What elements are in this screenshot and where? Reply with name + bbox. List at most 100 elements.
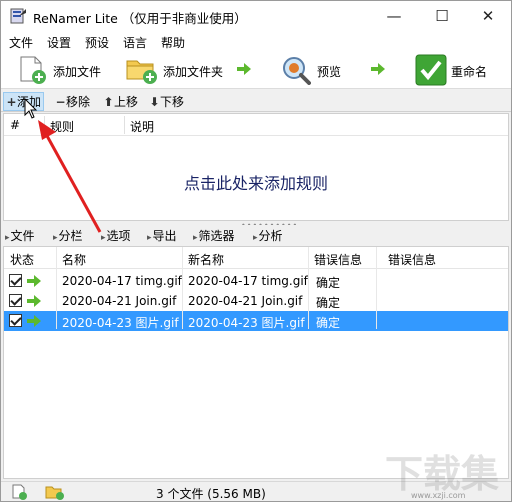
check-icon	[415, 54, 447, 86]
move-down-label: 下移	[160, 95, 185, 109]
app-window: ReNamer Lite （仅用于非商业使用） — ☐ ✕ 文件 设置 预设 语…	[0, 0, 512, 502]
options-menu-button[interactable]: ▸选项	[101, 227, 131, 244]
maximize-button[interactable]: ☐	[419, 1, 465, 31]
menu-language[interactable]: 语言	[123, 34, 147, 51]
export-menu-button[interactable]: ▸导出	[147, 227, 177, 244]
files-col-error-2[interactable]: 错误信息	[388, 251, 436, 268]
table-row[interactable]: 2020-04-17 timg.gif 2020-04-17 timg.gif …	[4, 271, 508, 291]
file-new-name: 2020-04-21 Join.gif	[188, 294, 303, 308]
row-checkbox[interactable]	[9, 294, 22, 307]
column-gridline	[376, 247, 377, 329]
close-button[interactable]: ✕	[465, 1, 511, 31]
row-checkbox[interactable]	[9, 314, 22, 327]
add-file-icon	[20, 56, 46, 84]
files-col-new-name[interactable]: 新名称	[188, 251, 224, 268]
move-up-label: 上移	[114, 95, 139, 109]
column-divider	[44, 116, 45, 134]
add-file-small-icon[interactable]	[11, 484, 29, 500]
analyze-menu-label: 分析	[258, 229, 283, 243]
table-row[interactable]: 2020-04-21 Join.gif 2020-04-21 Join.gif …	[4, 291, 508, 311]
arrow-right-icon	[27, 275, 41, 287]
column-gridline	[182, 247, 183, 329]
add-folder-label: 添加文件夹	[163, 65, 224, 79]
app-logo-icon	[10, 8, 26, 24]
column-gridline	[56, 247, 57, 329]
rules-col-rule[interactable]: 规则	[50, 118, 74, 135]
remove-rule-button[interactable]: −移除	[55, 93, 90, 110]
preview-label: 预览	[317, 65, 342, 79]
file-name: 2020-04-23 图片.gif	[62, 316, 179, 330]
columns-menu-label: 分栏	[58, 229, 83, 243]
main-toolbar: 添加文件 添加文件夹 预览 重命名	[1, 51, 511, 89]
preview-button[interactable]: 预览	[281, 53, 345, 87]
arrow-right-icon	[371, 63, 385, 75]
add-folder-icon	[126, 60, 157, 84]
dropdown-icon: ▸	[147, 233, 152, 243]
file-name: 2020-04-17 timg.gif	[62, 274, 182, 288]
filter-menu-button[interactable]: ▸筛选器	[193, 227, 235, 244]
window-title: ReNamer Lite （仅用于非商业使用）	[33, 11, 247, 26]
export-menu-label: 导出	[152, 229, 177, 243]
analyze-menu-button[interactable]: ▸分析	[253, 227, 283, 244]
mouse-cursor-icon	[24, 98, 38, 119]
dropdown-icon: ▸	[5, 233, 10, 243]
rules-col-description[interactable]: 说明	[130, 118, 154, 135]
menu-bar: 文件 设置 预设 语言 帮助	[1, 31, 511, 51]
file-new-name: 2020-04-17 timg.gif	[188, 274, 308, 288]
minus-icon: −	[55, 95, 66, 109]
files-col-state[interactable]: 状态	[10, 251, 34, 268]
rules-col-number[interactable]: #	[10, 118, 20, 132]
column-gridline	[308, 247, 309, 329]
watermark-url: www.xzji.com	[411, 491, 466, 500]
add-files-label: 添加文件	[53, 65, 102, 79]
files-header: 状态 名称 新名称 错误信息 错误信息	[4, 247, 508, 269]
rules-toolbar: +添加 −移除 ⬆上移 ⬇下移	[1, 90, 511, 112]
menu-file[interactable]: 文件	[9, 34, 33, 51]
menu-help[interactable]: 帮助	[161, 34, 185, 51]
add-folder-button[interactable]: 添加文件夹	[125, 53, 235, 87]
file-new-name: 2020-04-23 图片.gif	[188, 316, 305, 330]
move-up-button[interactable]: ⬆上移	[103, 93, 138, 110]
rename-label: 重命名	[451, 65, 488, 79]
rename-button[interactable]: 重命名	[415, 53, 495, 87]
file-name: 2020-04-21 Join.gif	[62, 294, 177, 308]
add-folder-small-icon[interactable]	[45, 484, 65, 500]
files-toolbar: ▸文件 ▸分栏 ▸选项 ▸导出 ▸筛选器 ▸分析	[1, 225, 511, 245]
plus-icon: +	[6, 95, 17, 109]
column-divider	[124, 116, 125, 134]
file-error: 确定	[316, 276, 341, 290]
rules-header: # 规则 说明	[4, 114, 508, 136]
arrow-right-icon	[27, 295, 41, 307]
menu-settings[interactable]: 设置	[47, 34, 71, 51]
minimize-button[interactable]: —	[371, 1, 417, 31]
columns-menu-button[interactable]: ▸分栏	[53, 227, 83, 244]
file-error: 确定	[316, 296, 341, 310]
dropdown-icon: ▸	[193, 233, 198, 243]
status-file-count: 3 个文件 (5.56 MB)	[156, 487, 266, 501]
rules-list[interactable]: # 规则 说明 点击此处来添加规则	[3, 113, 509, 221]
watermark-text: 下载集	[385, 452, 499, 496]
dropdown-icon: ▸	[53, 233, 58, 243]
filter-menu-label: 筛选器	[198, 229, 235, 243]
table-row[interactable]: 2020-04-23 图片.gif 2020-04-23 图片.gif 确定	[4, 311, 508, 331]
files-col-name[interactable]: 名称	[62, 251, 86, 268]
arrow-right-icon	[27, 315, 41, 327]
move-down-button[interactable]: ⬇下移	[149, 93, 184, 110]
dropdown-icon: ▸	[253, 233, 258, 243]
options-menu-label: 选项	[106, 229, 131, 243]
arrow-right-icon	[237, 63, 251, 75]
title-bar: ReNamer Lite （仅用于非商业使用） — ☐ ✕	[1, 1, 511, 31]
menu-presets[interactable]: 预设	[85, 34, 109, 51]
row-checkbox[interactable]	[9, 274, 22, 287]
add-rule-placeholder[interactable]: 点击此处来添加规则	[4, 170, 508, 194]
arrow-up-icon: ⬆	[103, 95, 114, 109]
files-col-error[interactable]: 错误信息	[314, 251, 362, 268]
add-files-button[interactable]: 添加文件	[15, 53, 107, 87]
magnifier-icon	[283, 57, 311, 85]
arrow-down-icon: ⬇	[149, 95, 160, 109]
files-menu-button[interactable]: ▸文件	[5, 227, 35, 244]
remove-rule-label: 移除	[66, 95, 91, 109]
files-menu-label: 文件	[10, 229, 35, 243]
dropdown-icon: ▸	[101, 233, 106, 243]
file-error: 确定	[316, 316, 341, 330]
